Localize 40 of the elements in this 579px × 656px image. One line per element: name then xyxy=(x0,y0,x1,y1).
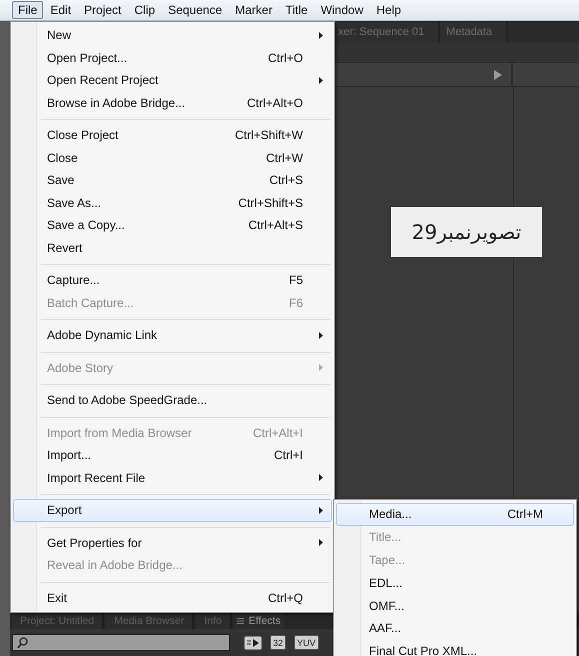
menu-item[interactable]: Revert xyxy=(13,236,332,259)
menu-item[interactable]: Close Project Ctrl+Shift+W xyxy=(13,124,332,146)
menu-item[interactable]: Get Properties for xyxy=(13,532,332,554)
menu-item[interactable]: AAF... xyxy=(336,616,574,640)
menu-icon[interactable] xyxy=(236,618,244,624)
menu-bar-item[interactable]: Sequence xyxy=(162,1,228,19)
menu-item[interactable]: Open Recent Project xyxy=(13,69,332,92)
menu-bar-item[interactable]: Title xyxy=(279,1,314,19)
menu-item[interactable]: OMF... xyxy=(336,594,574,617)
menu-item[interactable]: Adobe Dynamic Link xyxy=(13,324,332,346)
figure-caption: تصویرنمبر29 xyxy=(391,207,542,257)
menu-item[interactable]: Import... Ctrl+I xyxy=(13,444,332,466)
clip-play-icon[interactable] xyxy=(244,636,262,650)
menu-bar-item[interactable]: Edit xyxy=(44,1,78,19)
play-icon[interactable] xyxy=(494,70,502,80)
menu-bar-item[interactable]: Help xyxy=(370,1,408,19)
menu-bar-item[interactable]: Window xyxy=(314,1,370,19)
menu-item[interactable]: Save As... Ctrl+Shift+S xyxy=(13,192,332,214)
menu-item[interactable]: Save a Copy... Ctrl+Alt+S xyxy=(13,214,332,236)
menu-item[interactable]: Exit Ctrl+Q xyxy=(13,586,332,609)
menu-bar-item[interactable]: File xyxy=(12,1,44,19)
menu-item[interactable]: Import Recent File xyxy=(13,466,332,489)
menu-item[interactable]: Capture... F5 xyxy=(13,269,332,292)
menu-bar-item[interactable]: Marker xyxy=(229,1,278,19)
search-field[interactable] xyxy=(12,634,230,651)
menu-item[interactable]: Send to Adobe SpeedGrade... xyxy=(13,389,332,412)
menu-item[interactable]: New xyxy=(13,24,332,46)
menu-item[interactable]: Save Ctrl+S xyxy=(13,169,332,192)
menu-item[interactable]: EDL... xyxy=(336,571,574,594)
menu-item[interactable]: Browse in Adobe Bridge... Ctrl+Alt+O xyxy=(13,92,332,114)
menu-item[interactable]: Close Ctrl+W xyxy=(13,146,332,169)
menu-bar-item[interactable]: Project xyxy=(78,1,128,19)
menu-item[interactable]: Final Cut Pro XML... xyxy=(336,640,574,656)
search-icon xyxy=(17,636,28,648)
toolbar-toggle[interactable]: 32 xyxy=(270,635,286,650)
menu-item[interactable]: Open Project... Ctrl+O xyxy=(13,46,332,69)
toolbar-toggle[interactable]: YUV xyxy=(294,635,319,650)
menu-item[interactable]: Media... Ctrl+M xyxy=(336,503,574,526)
menu-item[interactable]: Export xyxy=(13,499,332,522)
menu-bar-item[interactable]: Clip xyxy=(128,1,162,19)
